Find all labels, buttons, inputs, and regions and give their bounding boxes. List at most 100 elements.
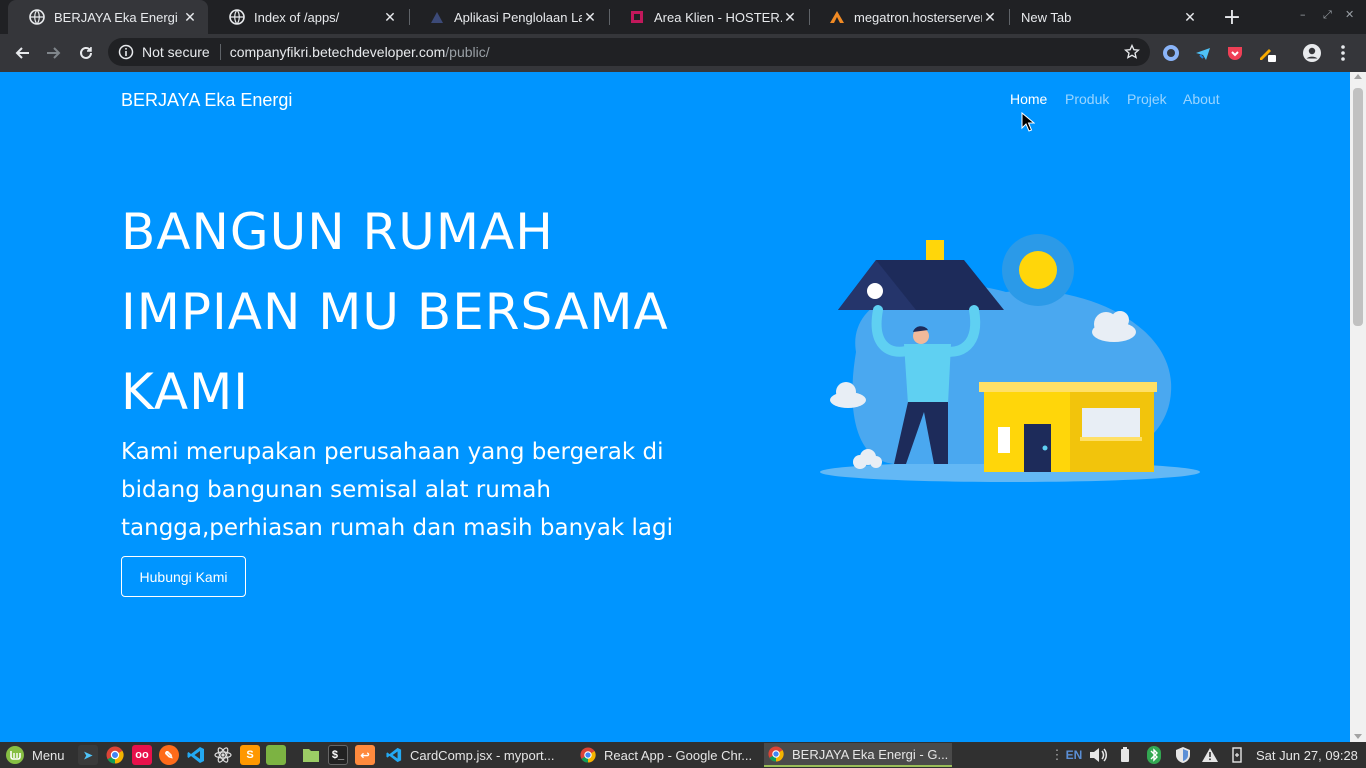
close-icon[interactable]: ✕ [982,9,998,25]
extension-pocket-icon[interactable] [1225,43,1245,63]
network-icon[interactable] [1229,745,1245,765]
url-path: /public/ [445,44,490,60]
battery-icon[interactable] [1117,745,1133,765]
sticky-launcher-icon[interactable]: ↩ [355,745,375,765]
taskbar-window-title: CardComp.jsx - myport... [410,747,555,763]
warning-icon[interactable] [1200,745,1220,765]
hero-description: Kami merupakan perusahaan yang bergerak … [121,439,673,541]
info-icon[interactable] [118,44,134,60]
chrome-launcher-icon[interactable] [105,745,125,765]
forward-arrow-icon [47,47,61,59]
triangle-logo-icon [429,9,445,25]
pen-launcher-icon[interactable]: ✎ [159,745,179,765]
tab-title: Area Klien - HOSTER.CO [654,9,782,25]
forward-button[interactable] [42,41,66,65]
omnibox-divider [219,44,221,60]
tab-megatron[interactable]: megatron.hosterserver ✕ [808,0,1008,34]
bookmark-star-icon[interactable] [1123,43,1141,60]
profile-avatar-icon[interactable] [1302,43,1322,63]
extension-opera-icon[interactable] [1161,43,1181,63]
keyboard-layout-indicator[interactable]: EN [1064,745,1084,765]
sublime-launcher-icon[interactable]: S [240,745,260,765]
start-menu-label: Menu [32,747,65,763]
folder-launcher-icon[interactable] [301,745,321,765]
hero-title-line: KAMI [121,363,249,421]
nav-link-produk[interactable]: Produk [1065,91,1109,107]
maximize-icon[interactable]: ⤢ [1323,8,1332,22]
volume-icon[interactable] [1087,745,1109,765]
vscode-icon [386,747,402,763]
bluetooth-icon[interactable] [1145,745,1163,765]
back-button[interactable] [10,41,34,65]
taskbar-window-react-app[interactable]: React App - Google Chr... [576,743,762,767]
cloud-icon [1092,311,1136,342]
close-icon[interactable]: ✕ [582,9,598,25]
flickr-launcher-icon[interactable]: oo [132,745,152,765]
globe-icon [229,9,245,25]
reload-icon [80,46,92,59]
web-page: BERJAYA Eka Energi Home Produk Projek Ab… [0,72,1350,742]
chrome-icon [768,746,784,762]
terminal-launcher-icon[interactable]: $_ [328,745,348,765]
scroll-up-icon[interactable] [1354,74,1362,79]
close-icon[interactable]: ✕ [1182,9,1198,25]
taskbar-window-title: React App - Google Chr... [604,747,753,763]
hero-title-line: BANGUN RUMAH [121,203,554,261]
atom-launcher-icon[interactable] [213,745,233,765]
tab-hoster[interactable]: Area Klien - HOSTER.CO ✕ [608,0,808,34]
tab-title: Aplikasi Penglolaan La [454,9,582,25]
tab-berjaya[interactable]: BERJAYA Eka Energi ✕ [8,0,208,34]
tab-aplikasi[interactable]: Aplikasi Penglolaan La ✕ [408,0,608,34]
system-taskbar: Menu ➤ oo ✎ S $_ ↩ CardComp.jsx - myport… [0,742,1366,768]
close-icon[interactable]: ✕ [782,9,798,25]
files-launcher-icon[interactable] [266,745,286,765]
taskbar-window-vscode[interactable]: CardComp.jsx - myport... [382,743,574,767]
window-close-icon[interactable]: ✕ [1345,8,1354,21]
linux-mint-logo-icon [6,746,24,764]
house-illustration [820,234,1200,482]
clock[interactable]: Sat Jun 27, 09:28 [1256,745,1362,765]
url-host: companyfikri.betechdeveloper.com [229,44,446,60]
reload-button[interactable] [74,41,98,65]
tab-strip: BERJAYA Eka Energi ✕ Index of /apps/ ✕ A… [0,0,1366,34]
hero-title: BANGUN RUMAH IMPIAN MU BERSAMA KAMI [121,192,761,432]
tab-index-apps[interactable]: Index of /apps/ ✕ [208,0,408,34]
tab-title: New Tab [1021,9,1072,25]
tray-handle-icon: ⋮ [1050,747,1064,762]
cpanel-logo-icon [829,9,845,25]
extension-plane-icon[interactable] [1193,43,1213,63]
nav-link-projek[interactable]: Projek [1127,91,1167,107]
globe-icon [29,9,45,25]
start-menu-button[interactable]: Menu [5,745,65,765]
security-label: Not secure [142,44,210,60]
close-icon[interactable]: ✕ [382,9,398,25]
mouse-cursor-icon [1021,112,1035,132]
new-tab-button[interactable]: + [1220,5,1244,30]
address-bar[interactable]: Not secure companyfikri.betechdeveloper.… [108,38,1150,66]
tab-title: Index of /apps/ [254,9,340,25]
back-arrow-icon [15,47,29,59]
taskbar-window-berjaya[interactable]: BERJAYA Eka Energi - G... [764,743,952,767]
tab-title: megatron.hosterserver [854,9,982,25]
page-scrollbar[interactable] [1350,72,1366,742]
minimize-icon[interactable]: – [1300,8,1306,21]
extension-pen-icon[interactable] [1257,43,1277,63]
close-icon[interactable]: ✕ [182,9,198,25]
nav-link-about[interactable]: About [1183,91,1220,107]
chrome-icon [580,747,596,763]
tab-new-tab[interactable]: New Tab ✕ [1008,0,1208,34]
kebab-menu-icon[interactable] [1333,43,1353,63]
shield-icon[interactable] [1173,745,1193,765]
scrollbar-thumb[interactable] [1353,88,1363,326]
scroll-down-icon[interactable] [1354,734,1362,739]
nav-link-home[interactable]: Home [1010,91,1047,107]
navbar-brand[interactable]: BERJAYA Eka Energi [121,90,292,111]
hero-title-line: IMPIAN MU BERSAMA [121,283,669,341]
hoster-logo-icon [629,9,645,25]
taskbar-window-title: BERJAYA Eka Energi - G... [792,746,949,762]
contact-us-button[interactable]: Hubungi Kami [121,556,246,597]
tab-title: BERJAYA Eka Energi [54,9,178,25]
show-desktop-icon[interactable]: ➤ [78,745,98,765]
vscode-launcher-icon[interactable] [186,745,206,765]
browser-toolbar: Not secure companyfikri.betechdeveloper.… [0,34,1366,72]
